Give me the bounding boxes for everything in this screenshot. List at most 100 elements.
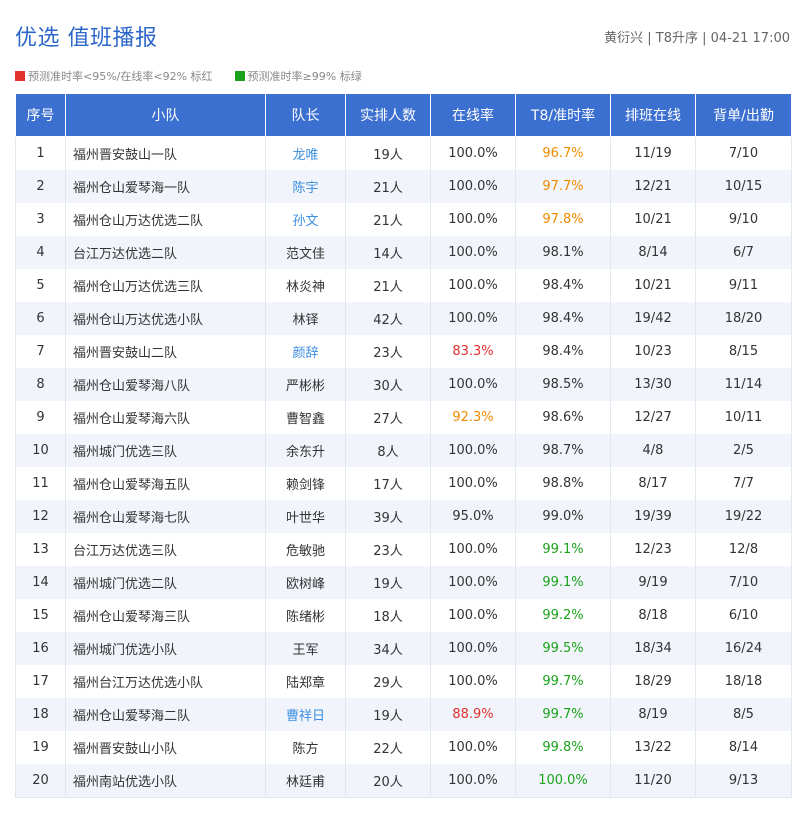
cell-count: 18人: [345, 599, 431, 632]
cell-team: 福州仓山爱琴海五队: [65, 467, 266, 500]
cell-no: 8: [15, 368, 66, 401]
cell-leader: 叶世华: [265, 500, 346, 533]
cell-team: 福州台江万达优选小队: [65, 665, 266, 698]
cell-t8: 99.8%: [515, 731, 611, 764]
cell-count: 39人: [345, 500, 431, 533]
cell-leader: 林炎神: [265, 269, 346, 302]
cell-online: 100.0%: [430, 665, 516, 698]
cell-t8: 99.7%: [515, 698, 611, 731]
cell-t8: 96.7%: [515, 136, 611, 170]
cell-no: 15: [15, 599, 66, 632]
table-row: 18 福州仓山爱琴海二队 曹祥日 19人 88.9% 99.7% 8/19 8/5: [15, 698, 792, 731]
cell-count: 23人: [345, 533, 431, 566]
cell-sched: 9/19: [610, 566, 696, 599]
cell-no: 13: [15, 533, 66, 566]
cell-team: 福州仓山爱琴海二队: [65, 698, 266, 731]
cell-sched: 12/21: [610, 170, 696, 203]
table-row: 3 福州仓山万达优选二队 孙文 21人 100.0% 97.8% 10/21 9/10: [15, 203, 792, 236]
cell-back: 8/14: [695, 731, 792, 764]
cell-back: 10/15: [695, 170, 792, 203]
cell-sched: 19/39: [610, 500, 696, 533]
cell-sched: 18/34: [610, 632, 696, 665]
cell-leader: 危敏驰: [265, 533, 346, 566]
cell-sched: 13/22: [610, 731, 696, 764]
cell-back: 6/10: [695, 599, 792, 632]
cell-team: 福州仓山万达优选小队: [65, 302, 266, 335]
cell-no: 17: [15, 665, 66, 698]
cell-t8: 98.4%: [515, 335, 611, 368]
cell-team: 福州晋安鼓山二队: [65, 335, 266, 368]
cell-online: 100.0%: [430, 203, 516, 236]
cell-back: 9/13: [695, 764, 792, 798]
cell-sched: 11/20: [610, 764, 696, 798]
cell-back: 7/10: [695, 136, 792, 170]
cell-team: 福州晋安鼓山一队: [65, 136, 266, 170]
cell-online: 100.0%: [430, 269, 516, 302]
cell-online: 88.9%: [430, 698, 516, 731]
cell-count: 34人: [345, 632, 431, 665]
col-header-sched: 排班在线: [610, 93, 696, 137]
cell-no: 4: [15, 236, 66, 269]
cell-team: 福州仓山爱琴海一队: [65, 170, 266, 203]
cell-back: 10/11: [695, 401, 792, 434]
cell-back: 8/5: [695, 698, 792, 731]
col-header-count: 实排人数: [345, 93, 431, 137]
cell-t8: 98.8%: [515, 467, 611, 500]
cell-sched: 13/30: [610, 368, 696, 401]
cell-t8: 98.4%: [515, 302, 611, 335]
cell-t8: 97.7%: [515, 170, 611, 203]
table-row: 10 福州城门优选三队 余东升 8人 100.0% 98.7% 4/8 2/5: [15, 434, 792, 467]
cell-online: 100.0%: [430, 599, 516, 632]
col-header-back: 背单/出勤: [695, 93, 792, 137]
cell-team: 福州仓山爱琴海三队: [65, 599, 266, 632]
cell-online: 100.0%: [430, 236, 516, 269]
cell-count: 22人: [345, 731, 431, 764]
cell-online: 100.0%: [430, 731, 516, 764]
report-meta: 黄衍兴 | T8升序 | 04-21 17:00: [604, 31, 790, 46]
table-row: 14 福州城门优选二队 欧树峰 19人 100.0% 99.1% 9/19 7/10: [15, 566, 792, 599]
cell-leader: 王军: [265, 632, 346, 665]
cell-no: 11: [15, 467, 66, 500]
cell-no: 2: [15, 170, 66, 203]
cell-t8: 97.8%: [515, 203, 611, 236]
cell-team: 福州仓山爱琴海八队: [65, 368, 266, 401]
legend: 预测准时率<95%/在线率<92% 标红 预测准时率≥99% 标绿: [15, 68, 362, 84]
green-swatch-icon: [234, 71, 245, 81]
cell-count: 20人: [345, 764, 431, 798]
table-row: 4 台江万达优选二队 范文佳 14人 100.0% 98.1% 8/14 6/7: [15, 236, 792, 269]
cell-leader: 龙唯: [265, 136, 346, 170]
cell-team: 福州仓山爱琴海六队: [65, 401, 266, 434]
cell-count: 17人: [345, 467, 431, 500]
cell-no: 19: [15, 731, 66, 764]
cell-team: 福州仓山爱琴海七队: [65, 500, 266, 533]
cell-back: 9/10: [695, 203, 792, 236]
cell-back: 18/20: [695, 302, 792, 335]
cell-t8: 98.5%: [515, 368, 611, 401]
table-header-row: 序号 小队 队长 实排人数 在线率 T8/准时率 排班在线 背单/出勤: [15, 93, 792, 137]
cell-leader: 赖剑锋: [265, 467, 346, 500]
cell-t8: 99.2%: [515, 599, 611, 632]
cell-sched: 8/14: [610, 236, 696, 269]
col-header-online: 在线率: [430, 93, 516, 137]
cell-back: 18/18: [695, 665, 792, 698]
cell-no: 9: [15, 401, 66, 434]
cell-count: 23人: [345, 335, 431, 368]
col-header-t8: T8/准时率: [515, 93, 611, 137]
cell-no: 18: [15, 698, 66, 731]
cell-online: 100.0%: [430, 434, 516, 467]
page-header: 优选 值班播报 黄衍兴 | T8升序 | 04-21 17:00: [0, 0, 805, 66]
cell-t8: 99.1%: [515, 533, 611, 566]
cell-back: 19/22: [695, 500, 792, 533]
cell-leader: 陈绪彬: [265, 599, 346, 632]
table-row: 12 福州仓山爱琴海七队 叶世华 39人 95.0% 99.0% 19/39 19/22: [15, 500, 792, 533]
cell-team: 福州仓山万达优选三队: [65, 269, 266, 302]
cell-leader: 陆郑章: [265, 665, 346, 698]
cell-count: 21人: [345, 170, 431, 203]
cell-count: 14人: [345, 236, 431, 269]
cell-count: 30人: [345, 368, 431, 401]
cell-back: 8/15: [695, 335, 792, 368]
cell-back: 7/7: [695, 467, 792, 500]
cell-leader: 陈宇: [265, 170, 346, 203]
cell-t8: 98.1%: [515, 236, 611, 269]
table-row: 8 福州仓山爱琴海八队 严彬彬 30人 100.0% 98.5% 13/30 11/14: [15, 368, 792, 401]
